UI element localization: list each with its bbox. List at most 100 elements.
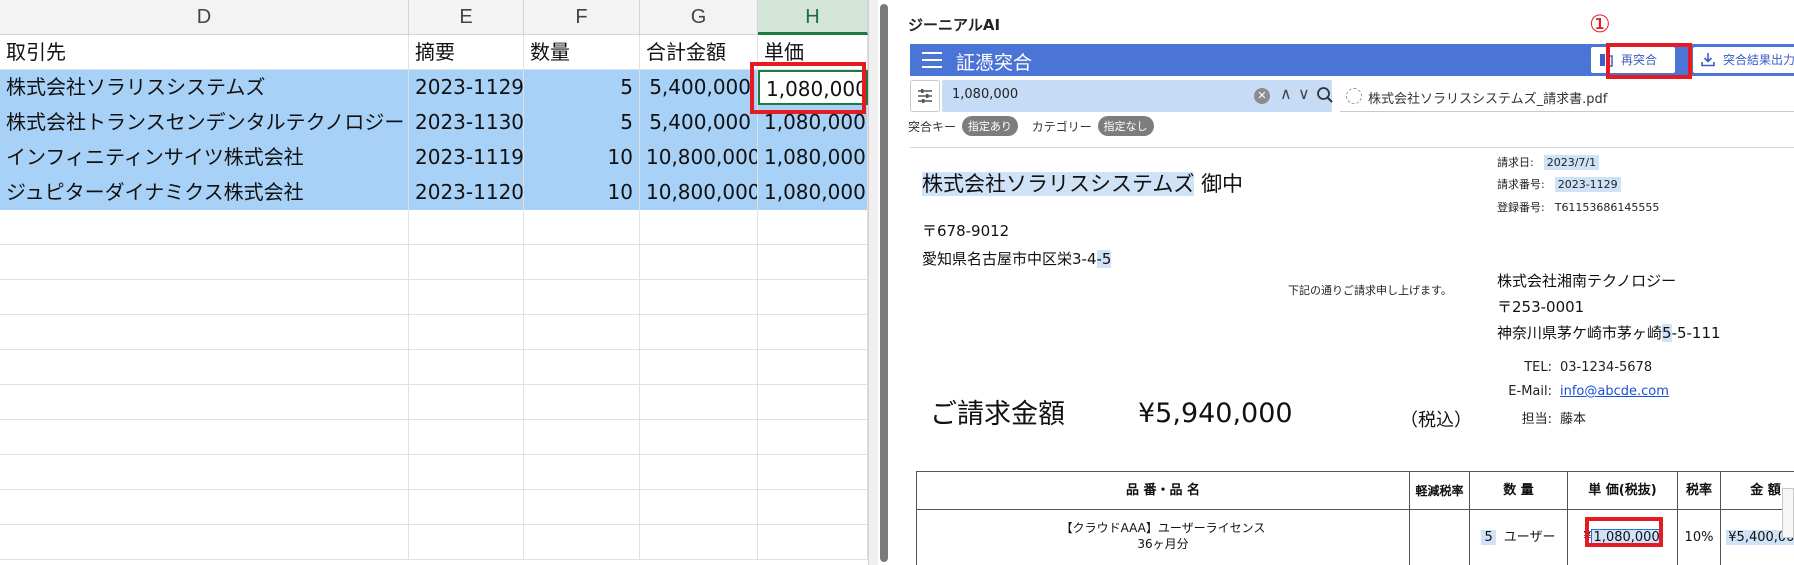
column-header-f[interactable]: F	[524, 0, 640, 35]
scrollbar-thumb[interactable]	[880, 4, 888, 562]
empty-cell[interactable]	[524, 245, 640, 280]
empty-cell[interactable]	[640, 280, 758, 315]
cell-total[interactable]: 5,400,000	[640, 105, 758, 140]
hamburger-menu-icon[interactable]	[922, 52, 942, 68]
cell-total[interactable]: 5,400,000	[640, 70, 758, 105]
cell-quantity[interactable]: 10	[524, 140, 640, 175]
th-unit-price: 単 価(税抜)	[1568, 472, 1678, 510]
empty-cell[interactable]	[524, 385, 640, 420]
cell-partner[interactable]: ジュピターダイナミクス株式会社	[0, 175, 409, 210]
empty-cell[interactable]	[758, 385, 868, 420]
empty-cell[interactable]	[409, 490, 524, 525]
toolbar-title: 証憑突合	[956, 52, 1033, 74]
empty-cell[interactable]	[524, 420, 640, 455]
side-panel-handle[interactable]	[1782, 488, 1794, 538]
empty-cell[interactable]	[640, 315, 758, 350]
column-header-e[interactable]: E	[409, 0, 524, 35]
cell-total[interactable]: 10,800,000	[640, 175, 758, 210]
cell-partner[interactable]: 株式会社トランスセンデンタルテクノロジー	[0, 105, 409, 140]
filter-settings-icon[interactable]	[910, 80, 940, 112]
file-select[interactable]: 株式会社ソラリスシステムズ_請求書.pdf	[1340, 80, 1794, 112]
empty-cell[interactable]	[758, 420, 868, 455]
empty-cell[interactable]	[0, 210, 409, 245]
cell-header-partner[interactable]: 取引先	[0, 35, 409, 70]
empty-cell[interactable]	[524, 525, 640, 560]
empty-cell[interactable]	[0, 350, 409, 385]
category-chip[interactable]: 指定なし	[1097, 116, 1154, 136]
empty-cell[interactable]	[409, 315, 524, 350]
empty-cell[interactable]	[0, 385, 409, 420]
empty-cell[interactable]	[0, 245, 409, 280]
recipient-address-main: 愛知県名古屋市中区栄3-4	[922, 250, 1097, 268]
empty-cell[interactable]	[640, 525, 758, 560]
cell-partner[interactable]: インフィニティンサイツ株式会社	[0, 140, 409, 175]
empty-cell[interactable]	[409, 210, 524, 245]
column-header-h[interactable]: H	[758, 0, 868, 35]
cell-summary[interactable]: 2023-1120	[409, 175, 524, 210]
sender-zip: 〒253-0001	[1497, 298, 1585, 316]
search-icon[interactable]	[1316, 86, 1334, 104]
cell-header-summary[interactable]: 摘要	[409, 35, 524, 70]
empty-cell[interactable]	[524, 490, 640, 525]
cell-summary[interactable]: 2023-1129	[409, 70, 524, 105]
chevron-up-icon[interactable]: ∧	[1280, 84, 1292, 103]
cell-unit-price[interactable]: 1,080,000	[758, 175, 868, 210]
empty-cell[interactable]	[758, 490, 868, 525]
empty-cell[interactable]	[409, 245, 524, 280]
empty-cell[interactable]	[758, 455, 868, 490]
empty-cell[interactable]	[0, 280, 409, 315]
chevron-down-icon[interactable]: ∨	[1298, 84, 1310, 103]
empty-row	[0, 490, 868, 525]
empty-cell[interactable]	[0, 525, 409, 560]
empty-cell[interactable]	[409, 455, 524, 490]
empty-cell[interactable]	[524, 350, 640, 385]
cell-quantity[interactable]: 5	[524, 105, 640, 140]
empty-cell[interactable]	[758, 245, 868, 280]
cell-quantity[interactable]: 10	[524, 175, 640, 210]
cell-total[interactable]: 10,800,000	[640, 140, 758, 175]
empty-cell[interactable]	[409, 385, 524, 420]
cell-quantity[interactable]: 5	[524, 70, 640, 105]
empty-cell[interactable]	[640, 420, 758, 455]
empty-cell[interactable]	[409, 525, 524, 560]
pane-splitter[interactable]	[868, 0, 878, 565]
contact-email-link[interactable]: info@abcde.com	[1560, 384, 1669, 399]
empty-cell[interactable]	[409, 420, 524, 455]
cell-partner[interactable]: 株式会社ソラリスシステムズ	[0, 70, 409, 105]
empty-cell[interactable]	[0, 490, 409, 525]
empty-cell[interactable]	[0, 420, 409, 455]
empty-cell[interactable]	[640, 210, 758, 245]
column-header-d[interactable]: D	[0, 0, 409, 35]
contact-email-label: E-Mail:	[1508, 384, 1552, 399]
empty-cell[interactable]	[758, 525, 868, 560]
contact-email: E-Mail: info@abcde.com	[1492, 384, 1669, 399]
cell-header-total[interactable]: 合計金額	[640, 35, 758, 70]
clear-icon[interactable]: ✕	[1254, 88, 1270, 104]
empty-cell[interactable]	[640, 245, 758, 280]
export-results-button[interactable]: 突合結果出力	[1692, 46, 1794, 74]
empty-cell[interactable]	[0, 455, 409, 490]
empty-cell[interactable]	[758, 280, 868, 315]
empty-cell[interactable]	[758, 210, 868, 245]
empty-cell[interactable]	[640, 385, 758, 420]
empty-cell[interactable]	[640, 350, 758, 385]
cell-unit-price[interactable]: 1,080,000	[758, 140, 868, 175]
match-key-chip[interactable]: 指定あり	[961, 116, 1018, 136]
search-input[interactable]: 1,080,000 ✕ ∧ ∨	[942, 80, 1334, 112]
cell-summary[interactable]: 2023-1119	[409, 140, 524, 175]
empty-cell[interactable]	[640, 490, 758, 525]
column-header-g[interactable]: G	[640, 0, 758, 35]
empty-cell[interactable]	[0, 315, 409, 350]
empty-cell[interactable]	[524, 315, 640, 350]
empty-cell[interactable]	[758, 315, 868, 350]
empty-cell[interactable]	[640, 455, 758, 490]
empty-cell[interactable]	[409, 350, 524, 385]
empty-cell[interactable]	[524, 455, 640, 490]
empty-cell[interactable]	[524, 280, 640, 315]
cell-summary[interactable]: 2023-1130	[409, 105, 524, 140]
empty-cell[interactable]	[758, 350, 868, 385]
cell-header-quantity[interactable]: 数量	[524, 35, 640, 70]
empty-cell[interactable]	[524, 210, 640, 245]
table-row: インフィニティンサイツ株式会社 2023-1119 10 10,800,000 …	[0, 140, 868, 175]
empty-cell[interactable]	[409, 280, 524, 315]
